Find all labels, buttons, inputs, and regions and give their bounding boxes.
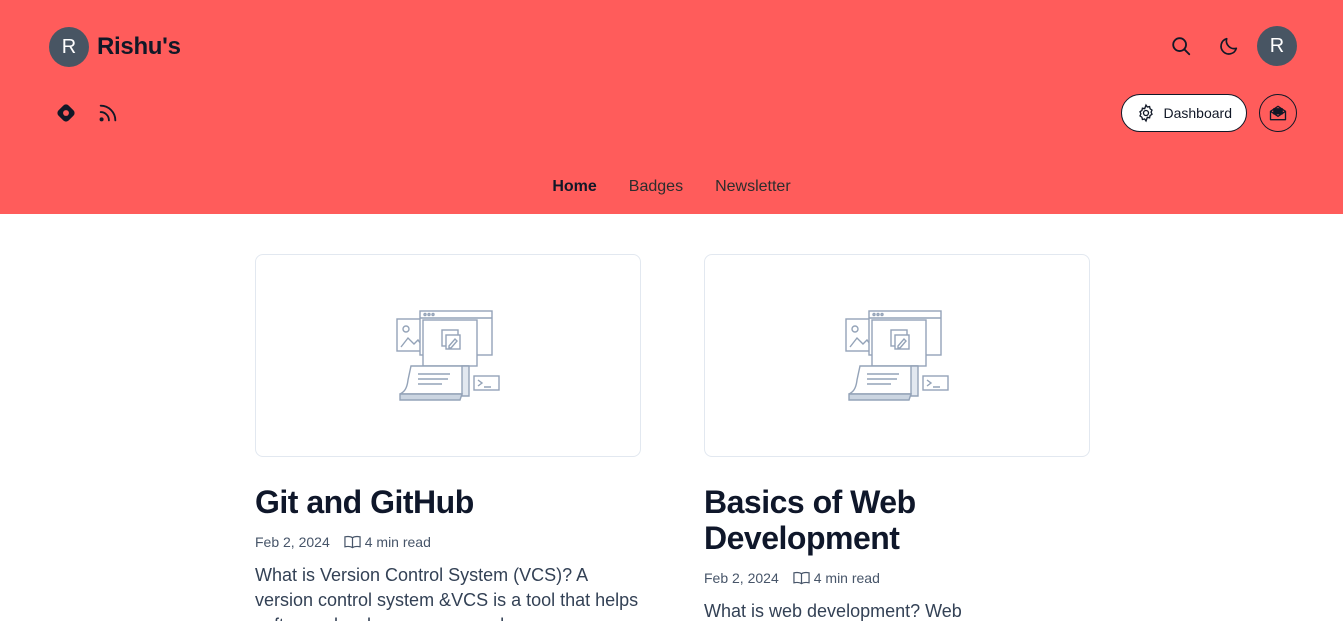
- post-date: Feb 2, 2024: [255, 534, 330, 550]
- dashboard-button[interactable]: Dashboard: [1120, 94, 1247, 132]
- post-date: Feb 2, 2024: [704, 570, 779, 586]
- search-button[interactable]: [1161, 26, 1201, 66]
- social-links: [46, 93, 128, 133]
- post-excerpt: What is web development? Web: [704, 601, 962, 621]
- rss-icon: [99, 104, 117, 122]
- dashboard-actions: Dashboard: [1120, 94, 1297, 132]
- brand-avatar[interactable]: R: [49, 27, 89, 67]
- post-meta: Feb 2, 2024 4 min read: [704, 570, 1090, 586]
- nav-home[interactable]: Home: [552, 176, 596, 198]
- read-time-label: 4 min read: [813, 570, 880, 586]
- post-card: Basics of Web Development Feb 2, 2024 4 …: [704, 254, 1090, 621]
- post-title[interactable]: Basics of Web Development: [704, 484, 1090, 556]
- nav-badges[interactable]: Badges: [629, 176, 683, 198]
- hashnode-icon: [57, 104, 75, 122]
- theme-toggle-button[interactable]: [1209, 26, 1249, 66]
- post-cover[interactable]: [704, 254, 1090, 457]
- blog-header: R Rishu's R Dashboard Home Badges Newsle…: [0, 0, 1343, 214]
- post-card: Git and GitHub Feb 2, 2024 4 min read Wh…: [255, 254, 641, 621]
- book-icon: [793, 571, 810, 585]
- read-time: 4 min read: [793, 570, 880, 586]
- main-nav: Home Badges Newsletter: [0, 176, 1343, 198]
- read-time: 4 min read: [344, 534, 431, 550]
- newsletter-subscribe-button[interactable]: [1259, 94, 1297, 132]
- moon-icon: [1220, 37, 1238, 55]
- rss-link[interactable]: [88, 93, 128, 133]
- post-cover[interactable]: [255, 254, 641, 457]
- blog-title[interactable]: Rishu's: [97, 33, 181, 61]
- gear-icon: [1138, 103, 1153, 123]
- dashboard-label: Dashboard: [1163, 105, 1233, 121]
- hashnode-link[interactable]: [46, 93, 86, 133]
- read-time-label: 4 min read: [364, 534, 431, 550]
- brand[interactable]: R Rishu's: [49, 27, 181, 67]
- nav-newsletter[interactable]: Newsletter: [715, 176, 791, 198]
- book-icon: [344, 535, 361, 549]
- post-excerpt: What is Version Control System (VCS)? A …: [255, 565, 639, 621]
- top-actions: R: [1161, 26, 1297, 66]
- post-meta: Feb 2, 2024 4 min read: [255, 534, 641, 550]
- post-title[interactable]: Git and GitHub: [255, 484, 641, 520]
- placeholder-illustration-icon: [845, 309, 949, 401]
- search-icon: [1172, 37, 1191, 56]
- user-avatar[interactable]: R: [1257, 26, 1297, 66]
- mail-icon: [1269, 105, 1287, 121]
- placeholder-illustration-icon: [396, 309, 500, 401]
